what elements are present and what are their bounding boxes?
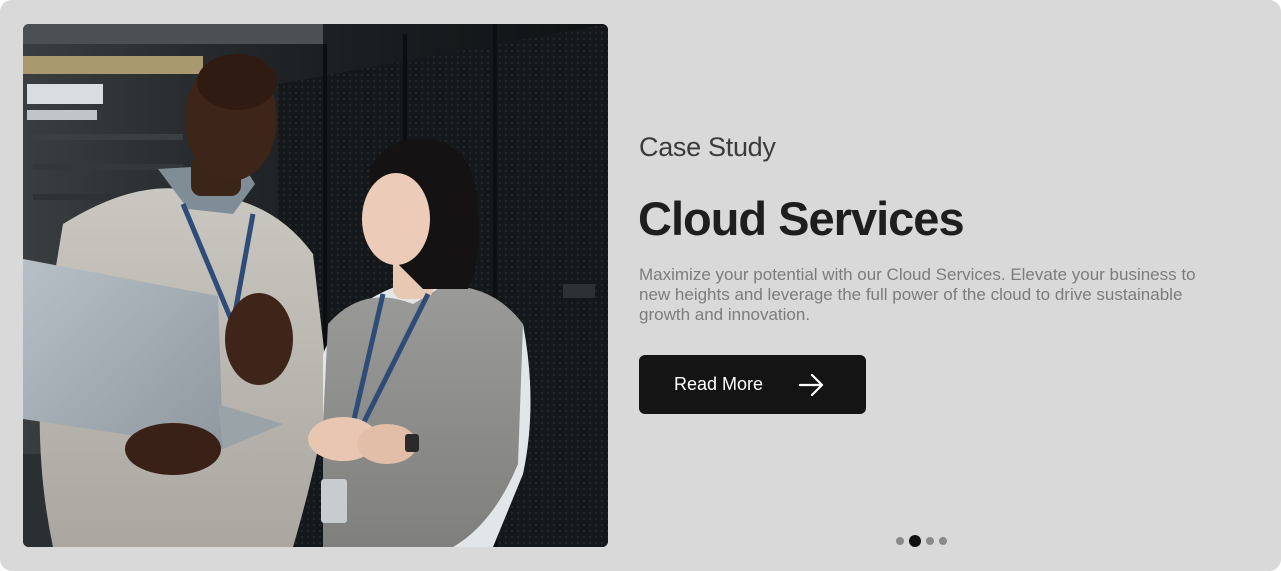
read-more-button[interactable]: Read More xyxy=(639,355,866,414)
read-more-label: Read More xyxy=(674,374,764,394)
slide-title: Cloud Services xyxy=(638,192,965,245)
case-study-carousel: Case Study Cloud Services Maximize your … xyxy=(0,0,1281,571)
pager-dot-3[interactable] xyxy=(926,537,934,545)
eyebrow-label: Case Study xyxy=(639,132,776,162)
pager-dot-1[interactable] xyxy=(896,537,904,545)
arrow-right-icon xyxy=(799,373,824,397)
pager-dot-2[interactable] xyxy=(909,535,921,547)
hero-image xyxy=(23,24,608,547)
slide-description: Maximize your potential with our Cloud S… xyxy=(639,265,1196,324)
pager-dot-4[interactable] xyxy=(939,537,947,545)
